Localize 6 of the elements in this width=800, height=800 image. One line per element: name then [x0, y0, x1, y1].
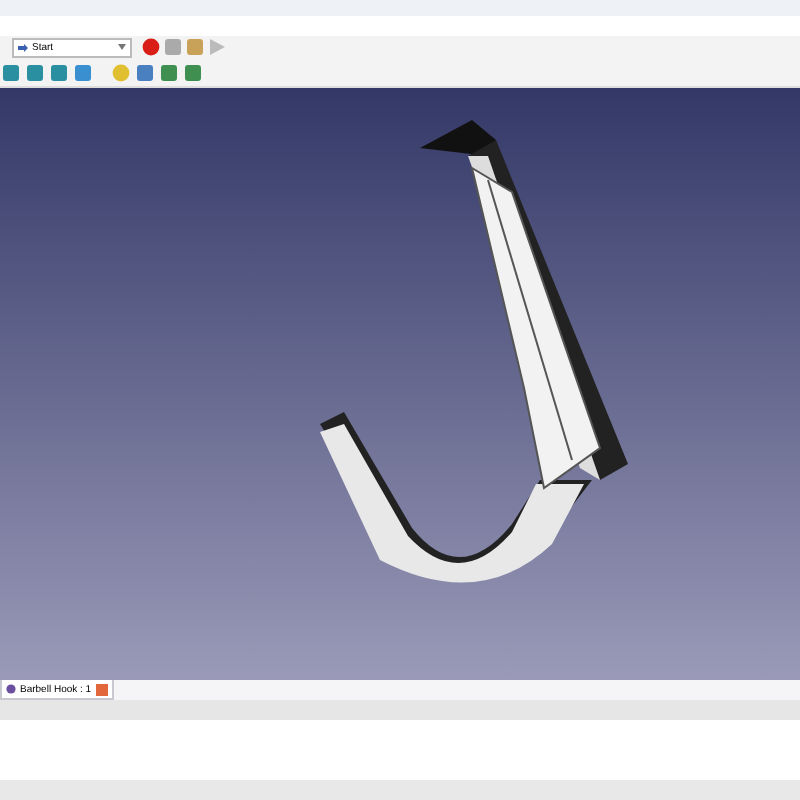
stop-icon[interactable]: [164, 38, 182, 56]
caret-icon: [118, 44, 126, 50]
record-icon[interactable]: [142, 38, 160, 56]
arrow-icon: [18, 43, 28, 51]
3d-viewport[interactable]: [0, 88, 800, 680]
close-icon[interactable]: [95, 683, 108, 695]
